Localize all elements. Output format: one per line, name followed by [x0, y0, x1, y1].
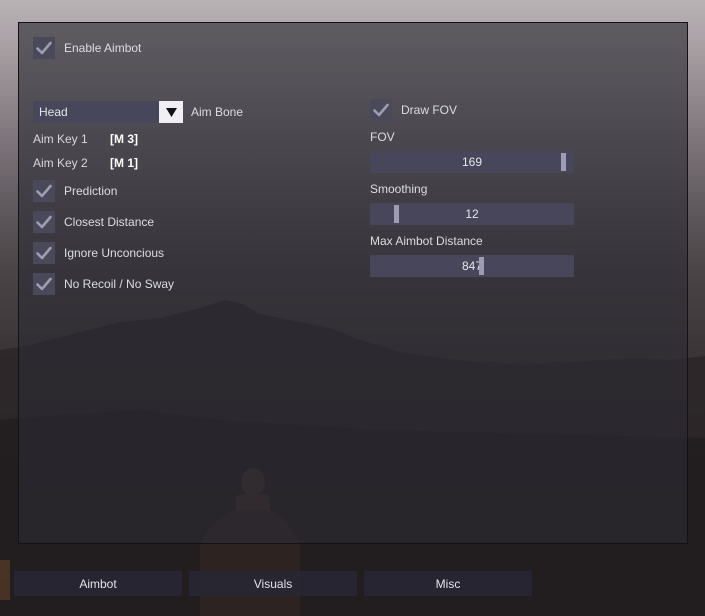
aim-key-2-value[interactable]: [M 1]: [110, 156, 138, 170]
checkmark-icon: [36, 41, 52, 55]
fov-slider[interactable]: 169: [370, 151, 574, 173]
draw-fov-label: Draw FOV: [401, 103, 458, 117]
aim-key-2-row[interactable]: Aim Key 2 [M 1]: [33, 155, 138, 171]
ignore-unconcious-checkbox[interactable]: Ignore Unconcious: [33, 241, 164, 265]
aim-bone-label: Aim Bone: [191, 105, 244, 119]
max-distance-value: 847: [461, 259, 483, 273]
tab-aimbot[interactable]: Aimbot: [14, 571, 182, 596]
fov-value: 169: [461, 155, 483, 169]
checkmark-icon: [36, 215, 52, 229]
draw-fov-checkbox[interactable]: Draw FOV: [370, 98, 457, 122]
checkmark-icon: [373, 103, 389, 117]
no-recoil-label: No Recoil / No Sway: [64, 277, 175, 291]
checkbox-box: [33, 211, 55, 233]
slider-handle[interactable]: [561, 153, 566, 171]
prediction-checkbox[interactable]: Prediction: [33, 179, 117, 203]
aimbot-settings-panel: Enable Aimbot Head Aim Bone Aim Key 1 [M…: [18, 22, 688, 544]
checkbox-box: [33, 273, 55, 295]
aim-key-2-label: Aim Key 2: [33, 156, 88, 170]
checkmark-icon: [36, 246, 52, 260]
tab-misc[interactable]: Misc: [364, 571, 532, 596]
smoothing-label: Smoothing: [370, 182, 428, 196]
checkmark-icon: [36, 184, 52, 198]
no-recoil-checkbox[interactable]: No Recoil / No Sway: [33, 272, 174, 296]
aim-bone-value: Head: [39, 105, 68, 119]
closest-distance-checkbox[interactable]: Closest Distance: [33, 210, 154, 234]
checkbox-box: [33, 37, 55, 59]
checkmark-icon: [36, 277, 52, 291]
fov-label: FOV: [370, 130, 395, 144]
checkbox-box: [370, 99, 392, 121]
tab-bar: Aimbot Visuals Misc: [14, 571, 539, 596]
aim-key-1-value[interactable]: [M 3]: [110, 132, 138, 146]
dropdown-arrow-icon[interactable]: [159, 101, 183, 123]
aim-key-1-label: Aim Key 1: [33, 132, 88, 146]
smoothing-value: 12: [465, 207, 479, 221]
enable-aimbot-label: Enable Aimbot: [64, 41, 142, 55]
checkbox-box: [33, 242, 55, 264]
prediction-label: Prediction: [64, 184, 118, 198]
tab-visuals[interactable]: Visuals: [189, 571, 357, 596]
max-distance-label: Max Aimbot Distance: [370, 234, 483, 248]
checkbox-box: [33, 180, 55, 202]
enable-aimbot-checkbox[interactable]: Enable Aimbot: [33, 36, 141, 60]
closest-distance-label: Closest Distance: [64, 215, 155, 229]
smoothing-slider[interactable]: 12: [370, 203, 574, 225]
aim-key-1-row[interactable]: Aim Key 1 [M 3]: [33, 131, 138, 147]
aim-bone-select[interactable]: Head: [33, 101, 183, 123]
slider-handle[interactable]: [394, 205, 399, 223]
max-distance-slider[interactable]: 847: [370, 255, 574, 277]
slider-handle[interactable]: [479, 257, 484, 275]
ignore-unconcious-label: Ignore Unconcious: [64, 246, 165, 260]
